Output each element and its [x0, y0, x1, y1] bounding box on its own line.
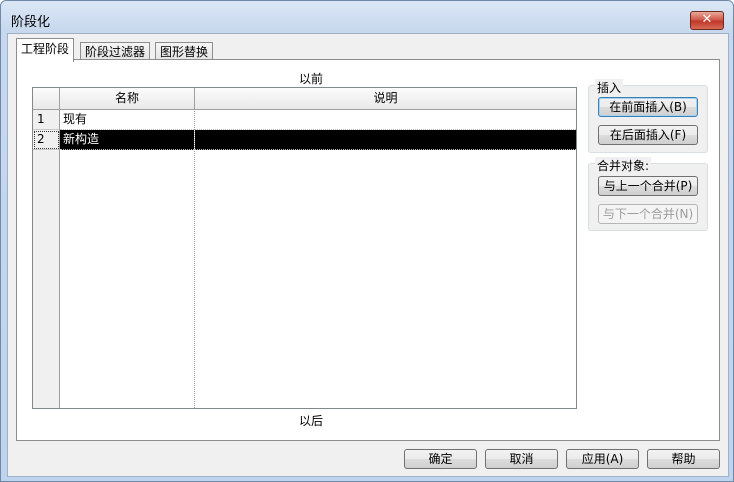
corner-cell	[33, 88, 60, 109]
column-header-name[interactable]: 名称	[60, 88, 195, 109]
help-button[interactable]: 帮助	[647, 449, 720, 469]
cell-description[interactable]	[195, 110, 576, 130]
insert-after-button[interactable]: 在后面插入(F)	[598, 125, 698, 145]
phasing-dialog: 阶段化 ✕ 工程阶段 阶段过滤器 图形替换 以前 名称 说明 1 现有 2 新构…	[0, 0, 734, 482]
insert-group: 插入 在前面插入(B) 在后面插入(F)	[588, 79, 708, 153]
insert-before-button[interactable]: 在前面插入(B)	[598, 97, 698, 117]
dialog-title: 阶段化	[11, 15, 51, 30]
phases-table: 名称 说明 1 现有 2 新构造	[32, 87, 577, 409]
table-header: 名称 说明	[33, 88, 576, 110]
tab-project-phases[interactable]: 工程阶段	[16, 38, 75, 62]
cell-name[interactable]: 现有	[60, 110, 194, 130]
close-button[interactable]: ✕	[690, 11, 724, 30]
table-row[interactable]: 2 新构造	[33, 130, 576, 150]
insert-group-label: 插入	[595, 79, 624, 96]
dialog-client: 工程阶段 阶段过滤器 图形替换 以前 名称 说明 1 现有 2 新构造 以后 插…	[7, 33, 729, 477]
merge-group-label: 合并对象:	[595, 157, 652, 174]
before-label: 以前	[299, 72, 324, 86]
cell-description[interactable]	[195, 130, 576, 150]
apply-button[interactable]: 应用(A)	[566, 449, 639, 469]
ok-button[interactable]: 确定	[404, 449, 477, 469]
merge-previous-button[interactable]: 与上一个合并(P)	[598, 176, 698, 196]
cell-name[interactable]: 新构造	[60, 130, 194, 150]
cancel-button[interactable]: 取消	[485, 449, 558, 469]
after-label: 以后	[299, 414, 324, 428]
column-header-description[interactable]: 说明	[195, 88, 576, 109]
table-row[interactable]: 1 现有	[33, 110, 576, 130]
title-bar[interactable]: 阶段化 ✕	[1, 1, 733, 35]
row-number[interactable]: 1	[33, 110, 60, 130]
merge-group: 合并对象: 与上一个合并(P) 与下一个合并(N)	[588, 157, 708, 231]
column-divider	[194, 109, 195, 408]
close-icon: ✕	[701, 12, 713, 27]
row-number[interactable]: 2	[33, 130, 60, 150]
merge-next-button[interactable]: 与下一个合并(N)	[598, 204, 698, 224]
